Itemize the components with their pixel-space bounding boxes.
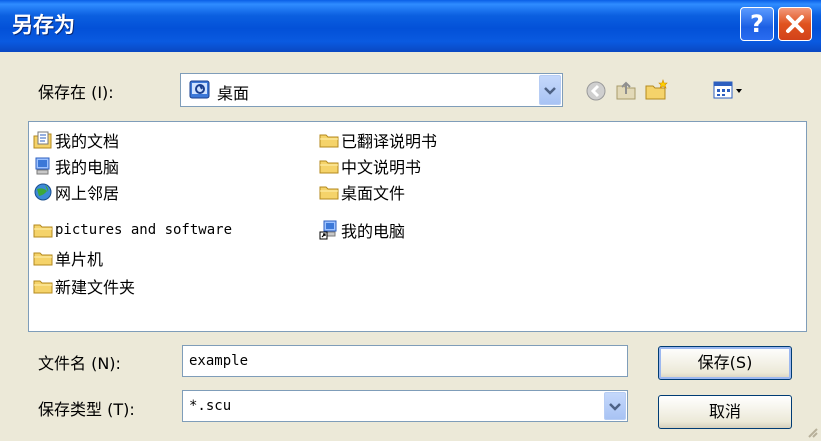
- list-item-label: 新建文件夹: [55, 278, 136, 297]
- my-computer-icon: [35, 157, 50, 175]
- list-item[interactable]: 我的电脑: [33, 154, 119, 178]
- save-in-value: 桌面: [217, 84, 250, 103]
- list-item-label: 单片机: [55, 250, 104, 269]
- filename-input[interactable]: example: [182, 345, 628, 377]
- list-item-label: 网上邻居: [55, 184, 120, 203]
- save-in-dropdown[interactable]: 桌面: [180, 73, 563, 107]
- view-menu-icon[interactable]: [713, 80, 749, 102]
- save-as-dialog: 另存为 ? 保存在 (I): 桌面 我的文档 我的电脑 网上邻居 picture…: [0, 0, 821, 441]
- folder-icon: [319, 160, 339, 174]
- list-item-label: 我的电脑: [341, 222, 406, 241]
- my-documents-icon: [33, 131, 52, 149]
- save-button[interactable]: 保存(S): [658, 346, 792, 380]
- list-item[interactable]: 单片机: [33, 246, 103, 270]
- file-list[interactable]: 我的文档 我的电脑 网上邻居 pictures and software 单片机…: [28, 121, 807, 332]
- help-button[interactable]: ?: [740, 7, 774, 41]
- folder-icon: [319, 134, 339, 148]
- dialog-title: 另存为: [12, 13, 75, 37]
- list-item-label: 我的文档: [55, 132, 120, 151]
- close-button[interactable]: [778, 7, 812, 41]
- cancel-button[interactable]: 取消: [658, 395, 792, 429]
- list-item-label: 我的电脑: [55, 158, 120, 177]
- folder-icon: [33, 224, 53, 238]
- new-folder-icon[interactable]: [644, 78, 670, 102]
- close-icon: [786, 15, 804, 33]
- list-item[interactable]: 中文说明书: [319, 154, 421, 178]
- list-item-label: 中文说明书: [341, 158, 422, 177]
- shortcut-icon: [319, 220, 337, 240]
- list-item-label: 已翻译说明书: [341, 132, 438, 151]
- list-item[interactable]: 桌面文件: [319, 180, 405, 204]
- list-item[interactable]: 我的电脑: [319, 218, 405, 242]
- save-in-label: 保存在 (I):: [38, 83, 114, 102]
- save-in-dropdown-button[interactable]: [539, 75, 561, 105]
- chevron-down-icon: [544, 87, 556, 95]
- folder-icon: [319, 186, 339, 200]
- list-item[interactable]: pictures and software: [33, 218, 232, 242]
- network-places-icon: [34, 183, 52, 201]
- resize-grip-icon[interactable]: [803, 423, 819, 439]
- list-item[interactable]: 新建文件夹: [33, 274, 135, 298]
- filename-label: 文件名 (N):: [38, 354, 121, 373]
- filetype-dropdown-button[interactable]: [604, 392, 626, 420]
- filetype-value: *.scu: [189, 398, 232, 414]
- list-item[interactable]: 已翻译说明书: [319, 128, 437, 152]
- help-icon: ?: [750, 10, 764, 38]
- list-item[interactable]: 网上邻居: [33, 180, 119, 204]
- desktop-icon: [189, 80, 210, 99]
- folder-icon: [33, 252, 53, 266]
- up-folder-icon[interactable]: [614, 78, 638, 102]
- title-bar[interactable]: 另存为 ?: [0, 0, 821, 52]
- list-item[interactable]: 我的文档: [33, 128, 119, 152]
- list-item-label: pictures and software: [55, 222, 233, 238]
- folder-icon: [33, 280, 53, 294]
- chevron-down-icon: [609, 403, 621, 411]
- filetype-label: 保存类型 (T):: [38, 400, 135, 419]
- back-icon[interactable]: [585, 80, 607, 102]
- filetype-dropdown[interactable]: *.scu: [182, 390, 628, 422]
- list-item-label: 桌面文件: [341, 184, 406, 203]
